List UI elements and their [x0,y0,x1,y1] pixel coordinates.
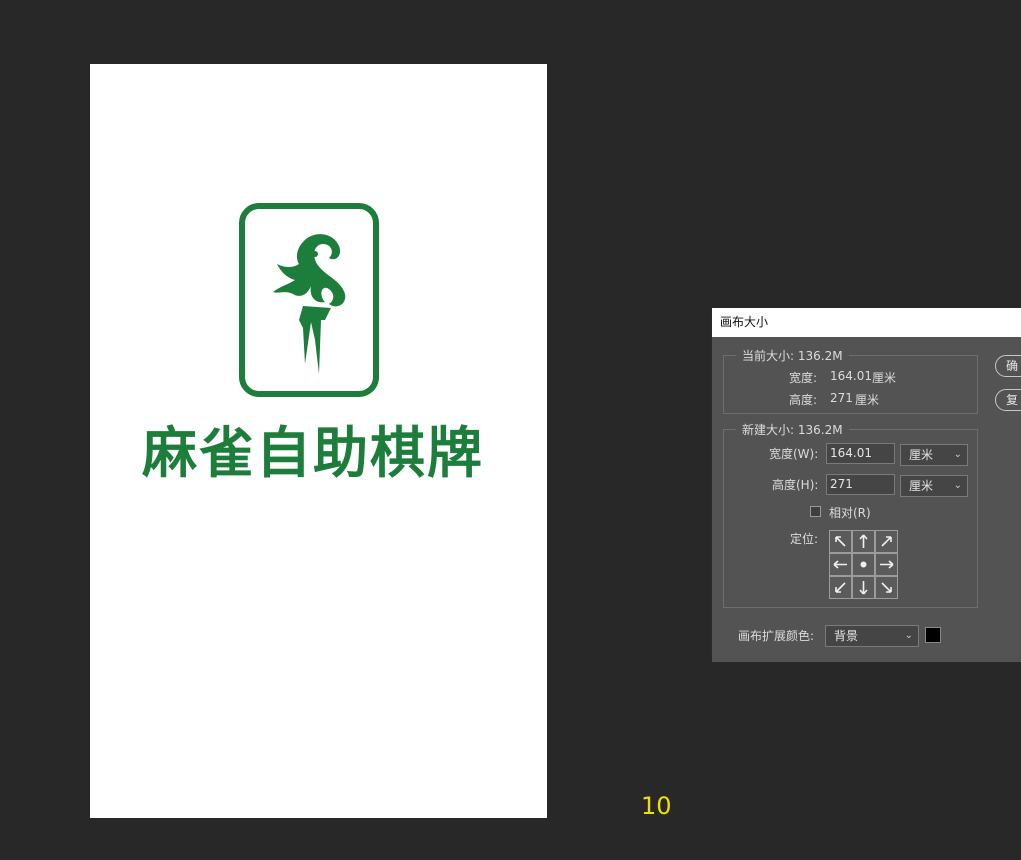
height-input[interactable]: 271 [826,474,895,495]
current-height-value: 271 [830,391,853,405]
current-height-unit: 厘米 [855,393,880,407]
anchor-center[interactable] [852,553,875,576]
width-unit-select[interactable]: 厘米 ⌄ [900,444,968,466]
anchor-bottom-center[interactable] [852,576,875,599]
arrow-down-icon [859,581,868,595]
dialog-title: 画布大小 [712,308,1021,337]
horse-emblem-icon [273,234,346,374]
arrow-up-icon [859,534,868,548]
current-size-group: 当前大小: 136.2M [723,347,978,414]
arrow-left-icon [833,560,847,569]
width-input[interactable]: 164.01 [826,443,895,464]
extension-color-label: 画布扩展颜色: [738,629,815,643]
extension-color-select[interactable]: 背景 ⌄ [825,625,919,647]
arrow-up-left-icon [835,536,846,547]
reset-button[interactable]: 复 [995,389,1021,411]
anchor-bottom-left[interactable] [829,576,852,599]
height-unit-value: 厘米 [909,479,934,493]
new-width-label: 宽度(W): [769,447,819,461]
current-height-label: 高度: [789,393,818,407]
anchor-grid [829,530,899,602]
arrow-up-right-icon [881,536,892,547]
width-unit-value: 厘米 [909,448,934,462]
document-canvas: 麻雀自助棋牌 [90,64,547,818]
current-size-legend: 当前大小: 136.2M [736,347,849,364]
brand-name: 麻雀自助棋牌 [142,421,485,485]
extension-color-value: 背景 [834,629,859,643]
center-dot-icon [860,561,867,568]
anchor-top-center[interactable] [852,530,875,553]
anchor-top-right[interactable] [875,530,898,553]
arrow-down-left-icon [835,582,846,593]
arrow-down-right-icon [881,582,892,593]
new-size-legend: 新建大小: 136.2M [736,421,849,438]
arrow-right-icon [880,560,894,569]
chevron-down-icon: ⌄ [904,630,913,641]
anchor-middle-left[interactable] [829,553,852,576]
current-width-unit: 厘米 [872,371,897,385]
page-number: 10 [641,792,672,820]
relative-checkbox[interactable] [810,506,821,517]
current-width-value: 164.01 [830,369,872,383]
chevron-down-icon: ⌄ [953,449,962,460]
new-height-label: 高度(H): [772,478,819,492]
anchor-middle-right[interactable] [875,553,898,576]
anchor-label: 定位: [790,532,819,546]
chevron-down-icon: ⌄ [953,480,962,491]
height-unit-select[interactable]: 厘米 ⌄ [900,475,968,497]
current-width-label: 宽度: [789,371,818,385]
relative-label[interactable]: 相对(R) [829,504,871,521]
anchor-top-left[interactable] [829,530,852,553]
extension-color-swatch[interactable] [925,627,941,643]
canvas-size-dialog: 画布大小 当前大小: 136.2M 宽度: 164.01 厘米 高度: 271 … [711,307,1021,663]
anchor-bottom-right[interactable] [875,576,898,599]
ok-button[interactable]: 确 [995,355,1021,377]
